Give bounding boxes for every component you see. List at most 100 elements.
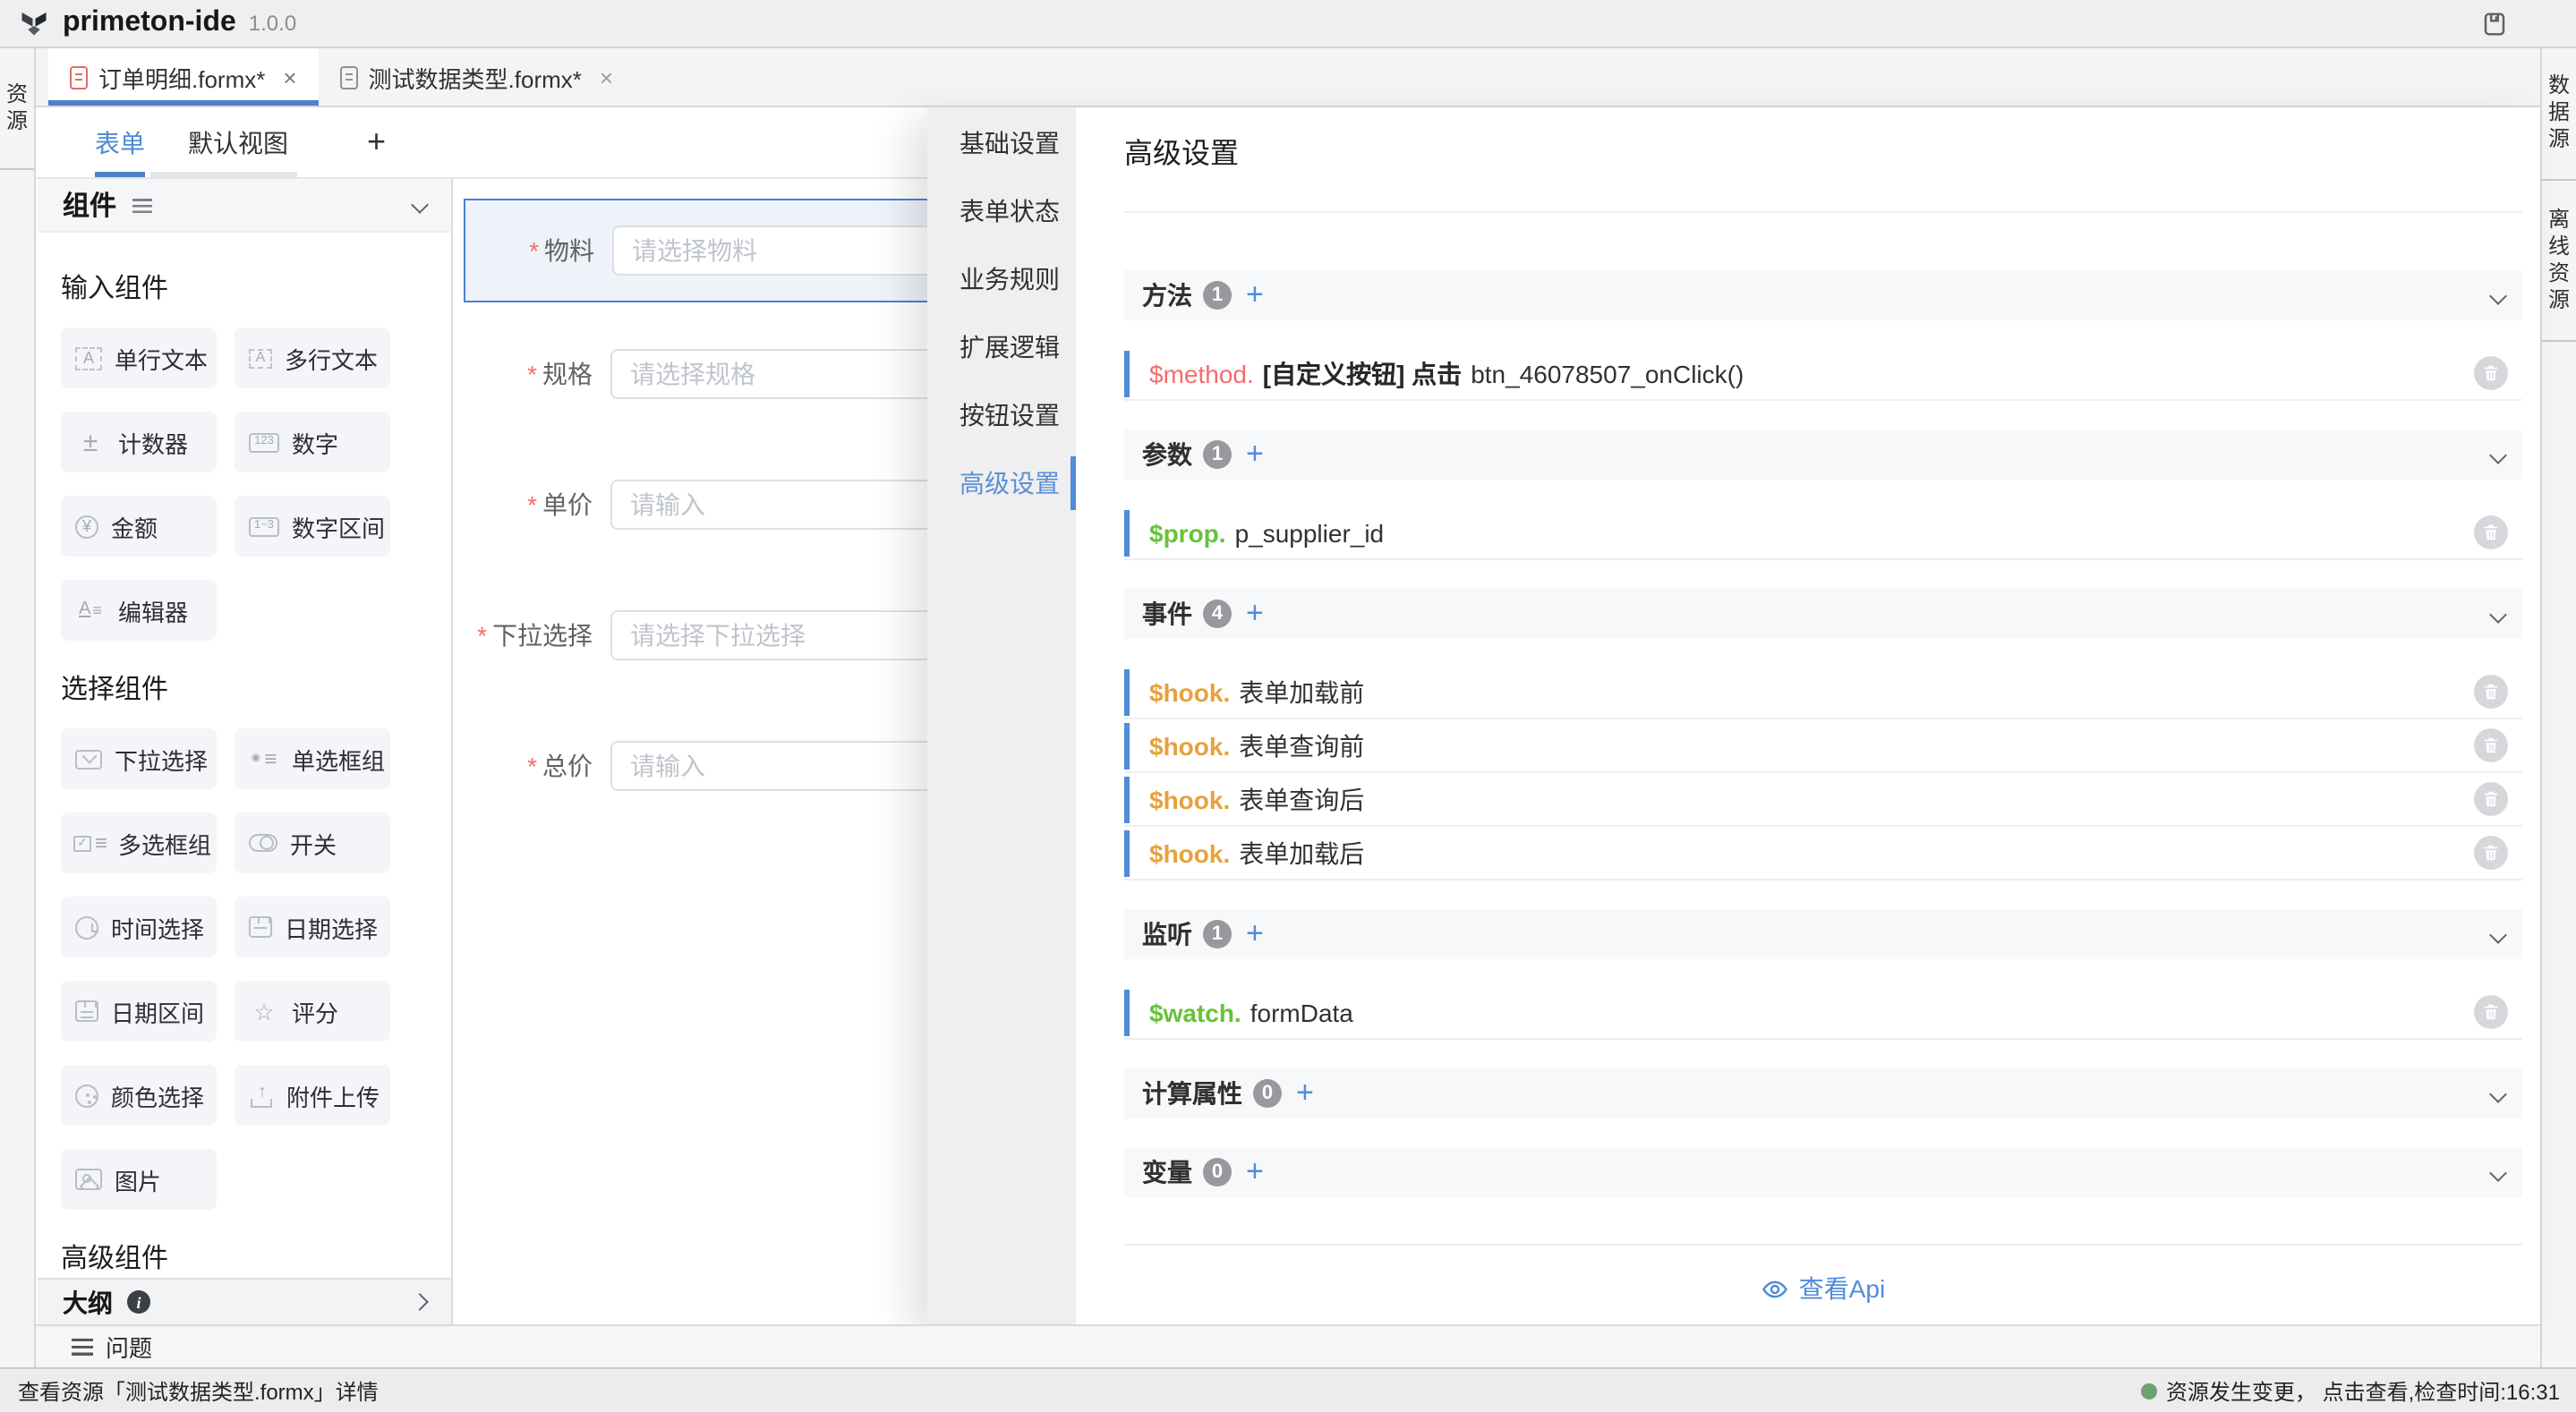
resource-change-status[interactable]: 资源发生变更， 点击查看,检查时间:16:31 xyxy=(2141,1375,2560,1406)
add-button[interactable]: + xyxy=(1246,278,1264,309)
add-button[interactable]: + xyxy=(1246,438,1264,468)
component-item-label: 计数器 xyxy=(118,425,188,459)
settings-menu-item[interactable]: 业务规则 xyxy=(927,245,1076,313)
close-icon[interactable]: × xyxy=(283,65,296,89)
file-tab-order-detail[interactable]: 订单明细.formx* × xyxy=(48,48,319,106)
add-view-button[interactable]: + xyxy=(367,123,386,161)
sidebar-tab-offline-resources[interactable]: 离线资源 xyxy=(2542,181,2576,342)
section-header[interactable]: 事件4+ xyxy=(1124,589,2522,639)
close-icon[interactable]: × xyxy=(600,65,613,89)
settings-menu-item[interactable]: 基础设置 xyxy=(927,109,1076,177)
switch-icon xyxy=(249,834,277,852)
section-row[interactable]: $hook.表单加载前 xyxy=(1124,666,2522,719)
section-title: 参数 xyxy=(1142,437,1192,472)
problems-bar[interactable]: 问题 xyxy=(36,1324,2540,1367)
components-panel-title: 组件 xyxy=(63,186,116,224)
component-item-upload[interactable]: 附件上传 xyxy=(235,1065,390,1126)
component-item-radios[interactable]: 单选框组 xyxy=(235,728,390,789)
settings-menu-item[interactable]: 按钮设置 xyxy=(927,381,1076,449)
component-item-editor[interactable]: 编辑器 xyxy=(61,580,217,641)
field-input-4[interactable] xyxy=(610,741,968,791)
components-panel-header[interactable]: 组件 xyxy=(38,179,451,233)
section-row[interactable]: $watch. formData xyxy=(1124,986,2522,1040)
section-header[interactable]: 监听1+ xyxy=(1124,909,2522,959)
section-row[interactable]: $hook.表单加载后 xyxy=(1124,827,2522,880)
chevron-down-icon[interactable] xyxy=(2489,605,2507,623)
add-button[interactable]: + xyxy=(1246,597,1264,627)
component-item-money[interactable]: 金额 xyxy=(61,496,217,557)
section-row[interactable]: $hook.表单查询后 xyxy=(1124,773,2522,827)
component-item-rate[interactable]: 评分 xyxy=(235,981,390,1042)
chevron-right-icon[interactable] xyxy=(411,1293,429,1311)
status-bar: 查看资源「测试数据类型.formx」详情 资源发生变更， 点击查看,检查时间:1… xyxy=(0,1367,2576,1412)
section-row[interactable]: $prop.p_supplier_id xyxy=(1124,506,2522,560)
title-bar: primeton-ide 1.0.0 xyxy=(0,0,2576,48)
problems-label: 问题 xyxy=(106,1330,152,1364)
settings-menu-item[interactable]: 高级设置 xyxy=(927,449,1076,517)
view-api-label: 查看Api xyxy=(1799,1271,1885,1306)
delete-button[interactable] xyxy=(2474,995,2508,1029)
sidebar-tab-resources[interactable]: 资源 xyxy=(0,48,34,170)
section-header[interactable]: 变量0+ xyxy=(1124,1147,2522,1197)
component-item-time[interactable]: 时间选择 xyxy=(61,897,217,957)
add-button[interactable]: + xyxy=(1246,1155,1264,1186)
outline-bar[interactable]: 大纲 i xyxy=(38,1278,451,1324)
chevron-down-icon[interactable] xyxy=(2489,286,2507,304)
section-row[interactable]: $method.[自定义按钮] 点击btn_46078507_onClick() xyxy=(1124,347,2522,401)
tab-form[interactable]: 表单 xyxy=(95,107,145,177)
field-input-1[interactable] xyxy=(610,349,968,399)
row-text: formData xyxy=(1250,998,1353,1026)
component-item-image[interactable]: 图片 xyxy=(61,1149,217,1210)
field-input-0[interactable] xyxy=(612,225,970,276)
settings-menu-item[interactable]: 扩展逻辑 xyxy=(927,313,1076,381)
image-icon xyxy=(75,1169,102,1190)
view-api-link[interactable]: 查看Api xyxy=(1124,1271,2522,1306)
section-header[interactable]: 计算属性0+ xyxy=(1124,1068,2522,1119)
component-group: 选择组件下拉选择单选框组多选框组开关时间选择日期选择日期区间评分颜色选择附件上传… xyxy=(38,669,451,1210)
component-item-range[interactable]: 数字区间 xyxy=(235,496,390,557)
chevron-down-icon[interactable] xyxy=(411,196,429,214)
file-tab-test-datatypes[interactable]: 测试数据类型.formx* × xyxy=(319,48,635,106)
component-item-label: 日期区间 xyxy=(111,994,204,1028)
chevron-down-icon[interactable] xyxy=(2489,1085,2507,1102)
field-label: *规格 xyxy=(474,356,593,392)
component-item-textm[interactable]: 多行文本 xyxy=(235,327,390,388)
delete-button[interactable] xyxy=(2474,782,2508,816)
section-header[interactable]: 参数1+ xyxy=(1124,430,2522,480)
section-header[interactable]: 方法1+ xyxy=(1124,270,2522,320)
component-item-label: 附件上传 xyxy=(286,1078,380,1112)
row-prefix: $watch. xyxy=(1149,998,1241,1026)
component-item-date[interactable]: 日期选择 xyxy=(235,897,390,957)
trash-icon xyxy=(2481,523,2501,542)
row-text: 表单查询前 xyxy=(1239,727,1364,763)
settings-menu-item[interactable]: 表单状态 xyxy=(927,177,1076,245)
delete-button[interactable] xyxy=(2474,728,2508,762)
chevron-down-icon[interactable] xyxy=(2489,446,2507,464)
sidebar-tab-datasource[interactable]: 数据源 xyxy=(2542,48,2576,181)
add-button[interactable]: + xyxy=(1246,917,1264,948)
component-item-daterange[interactable]: 日期区间 xyxy=(61,981,217,1042)
component-item-switch[interactable]: 开关 xyxy=(235,812,390,873)
add-button[interactable]: + xyxy=(1296,1076,1314,1107)
component-item-text1[interactable]: 单行文本 xyxy=(61,327,217,388)
component-item-select[interactable]: 下拉选择 xyxy=(61,728,217,789)
component-item-counter[interactable]: 计数器 xyxy=(61,412,217,472)
chevron-down-icon[interactable] xyxy=(2489,1163,2507,1181)
tab-default-view[interactable]: 默认视图 xyxy=(188,107,288,177)
delete-button[interactable] xyxy=(2474,836,2508,870)
section-row[interactable]: $hook.表单查询前 xyxy=(1124,719,2522,773)
component-item-color[interactable]: 颜色选择 xyxy=(61,1065,217,1126)
save-icon[interactable] xyxy=(2481,10,2508,37)
component-item-number[interactable]: 数字 xyxy=(235,412,390,472)
delete-button[interactable] xyxy=(2474,515,2508,549)
delete-button[interactable] xyxy=(2474,675,2508,709)
list-icon xyxy=(132,198,152,212)
component-item-label: 单选框组 xyxy=(292,742,385,776)
field-input-3[interactable] xyxy=(610,610,968,660)
row-text: p_supplier_id xyxy=(1235,518,1385,547)
component-item-checks[interactable]: 多选框组 xyxy=(61,812,217,873)
chevron-down-icon[interactable] xyxy=(2489,925,2507,943)
delete-button[interactable] xyxy=(2474,356,2508,390)
trash-icon xyxy=(2481,789,2501,809)
field-input-2[interactable] xyxy=(610,480,968,530)
